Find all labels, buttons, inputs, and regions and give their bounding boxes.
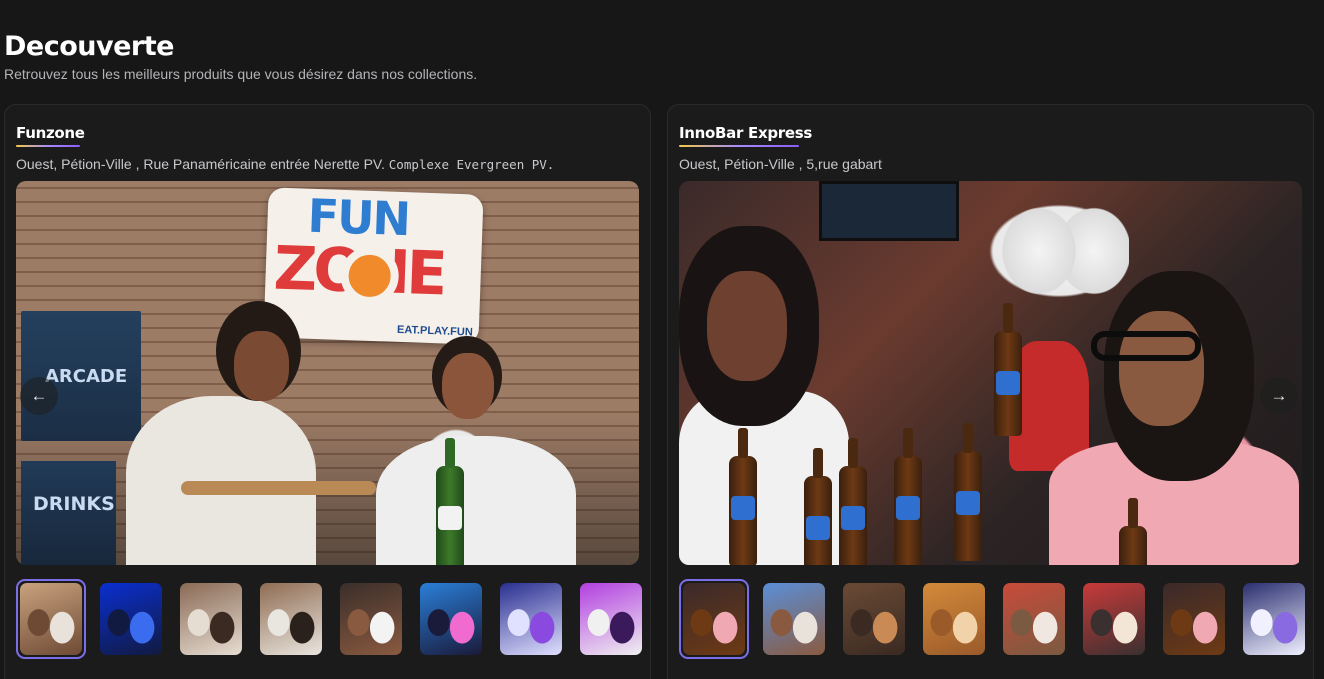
thumbnail-image — [843, 583, 905, 655]
thumbnail[interactable] — [16, 579, 86, 659]
thumbnail-strip — [16, 579, 646, 659]
funzone-logo-sign: FUN ZONE EAT.PLAY.FUN — [263, 187, 484, 345]
venue-address: Ouest, Pétion-Ville , Rue Panaméricaine … — [16, 156, 554, 172]
arrow-right-icon: → — [1270, 386, 1288, 405]
thumbnail[interactable] — [176, 579, 246, 659]
drinks-wall-sign: DRINKS — [21, 461, 116, 565]
thumbnail-image — [20, 583, 82, 655]
venue-card-innobar-express: InnoBar Express Ouest, Pétion-Ville , 5,… — [667, 104, 1314, 679]
thumbnail-strip — [679, 579, 1309, 659]
thumbnail[interactable] — [496, 579, 566, 659]
thumbnail[interactable] — [336, 579, 406, 659]
hero-image[interactable]: → — [679, 181, 1302, 565]
thumbnail[interactable] — [999, 579, 1069, 659]
arrow-left-icon: ← — [30, 386, 48, 405]
photo-glasses — [1091, 331, 1201, 361]
thumbnail-image — [180, 583, 242, 655]
photo-bottle — [1119, 498, 1147, 565]
hero-image[interactable]: ARCADE DRINKS FUN ZONE EAT.PLAY.FUN ← — [16, 181, 639, 565]
thumbnail[interactable] — [576, 579, 646, 659]
page-header: Decouverte Retrouvez tous les meilleurs … — [4, 30, 477, 82]
photo-person-1-face — [234, 331, 289, 401]
venue-card-funzone: Funzone Ouest, Pétion-Ville , Rue Panamé… — [4, 104, 651, 679]
photo-person-2-body — [376, 436, 576, 565]
thumbnail[interactable] — [839, 579, 909, 659]
thumbnail[interactable] — [919, 579, 989, 659]
venue-name[interactable]: Funzone — [16, 124, 85, 142]
carousel-next-button[interactable]: → — [1260, 377, 1298, 415]
photo-bottle — [994, 303, 1022, 436]
venue-address-extra: Complexe Evergreen PV. — [388, 157, 555, 172]
photo-wall-wings — [999, 181, 1129, 321]
thumbnail-image — [260, 583, 322, 655]
thumbnail-image — [923, 583, 985, 655]
venue-name-underline — [16, 145, 80, 147]
thumbnail-image — [420, 583, 482, 655]
photo-food-tray — [181, 481, 376, 495]
photo-bottle — [894, 428, 922, 565]
thumbnail[interactable] — [96, 579, 166, 659]
photo-person-2-face — [442, 353, 494, 419]
arcade-wall-sign-text: ARCADE — [45, 366, 128, 387]
carousel-prev-button[interactable]: ← — [20, 377, 58, 415]
thumbnail-image — [580, 583, 642, 655]
thumbnail-image — [100, 583, 162, 655]
thumbnail-image — [1243, 583, 1305, 655]
thumbnail-image — [1163, 583, 1225, 655]
venue-address-text: Ouest, Pétion-Ville , 5,rue gabart — [679, 156, 882, 172]
thumbnail-image — [683, 583, 745, 655]
thumbnail[interactable] — [416, 579, 486, 659]
thumbnail[interactable] — [1079, 579, 1149, 659]
thumbnail-image — [500, 583, 562, 655]
venue-address: Ouest, Pétion-Ville , 5,rue gabart — [679, 156, 882, 172]
photo-person-1-face — [707, 271, 787, 381]
photo-tv-screen — [819, 181, 959, 241]
venue-address-text: Ouest, Pétion-Ville , Rue Panaméricaine … — [16, 156, 385, 172]
thumbnail-image — [1083, 583, 1145, 655]
venue-name-underline — [679, 145, 799, 147]
thumbnail[interactable] — [759, 579, 829, 659]
thumbnail-image — [340, 583, 402, 655]
thumbnail[interactable] — [1159, 579, 1229, 659]
drinks-wall-sign-text: DRINKS — [33, 493, 115, 515]
photo-bottle — [954, 423, 982, 561]
thumbnail[interactable] — [1239, 579, 1309, 659]
page-subtitle: Retrouvez tous les meilleurs produits qu… — [4, 66, 478, 82]
thumbnail-image — [763, 583, 825, 655]
photo-bottle — [729, 428, 757, 565]
page-title: Decouverte — [4, 31, 174, 62]
photo-bottle — [436, 438, 464, 565]
arcade-wall-sign: ARCADE — [21, 311, 141, 441]
photo-person-2-face — [1119, 311, 1204, 426]
thumbnail-image — [1003, 583, 1065, 655]
venue-name[interactable]: InnoBar Express — [679, 124, 812, 142]
photo-bottle — [804, 448, 832, 565]
photo-bottle — [839, 438, 867, 565]
thumbnail[interactable] — [679, 579, 749, 659]
thumbnail[interactable] — [256, 579, 326, 659]
